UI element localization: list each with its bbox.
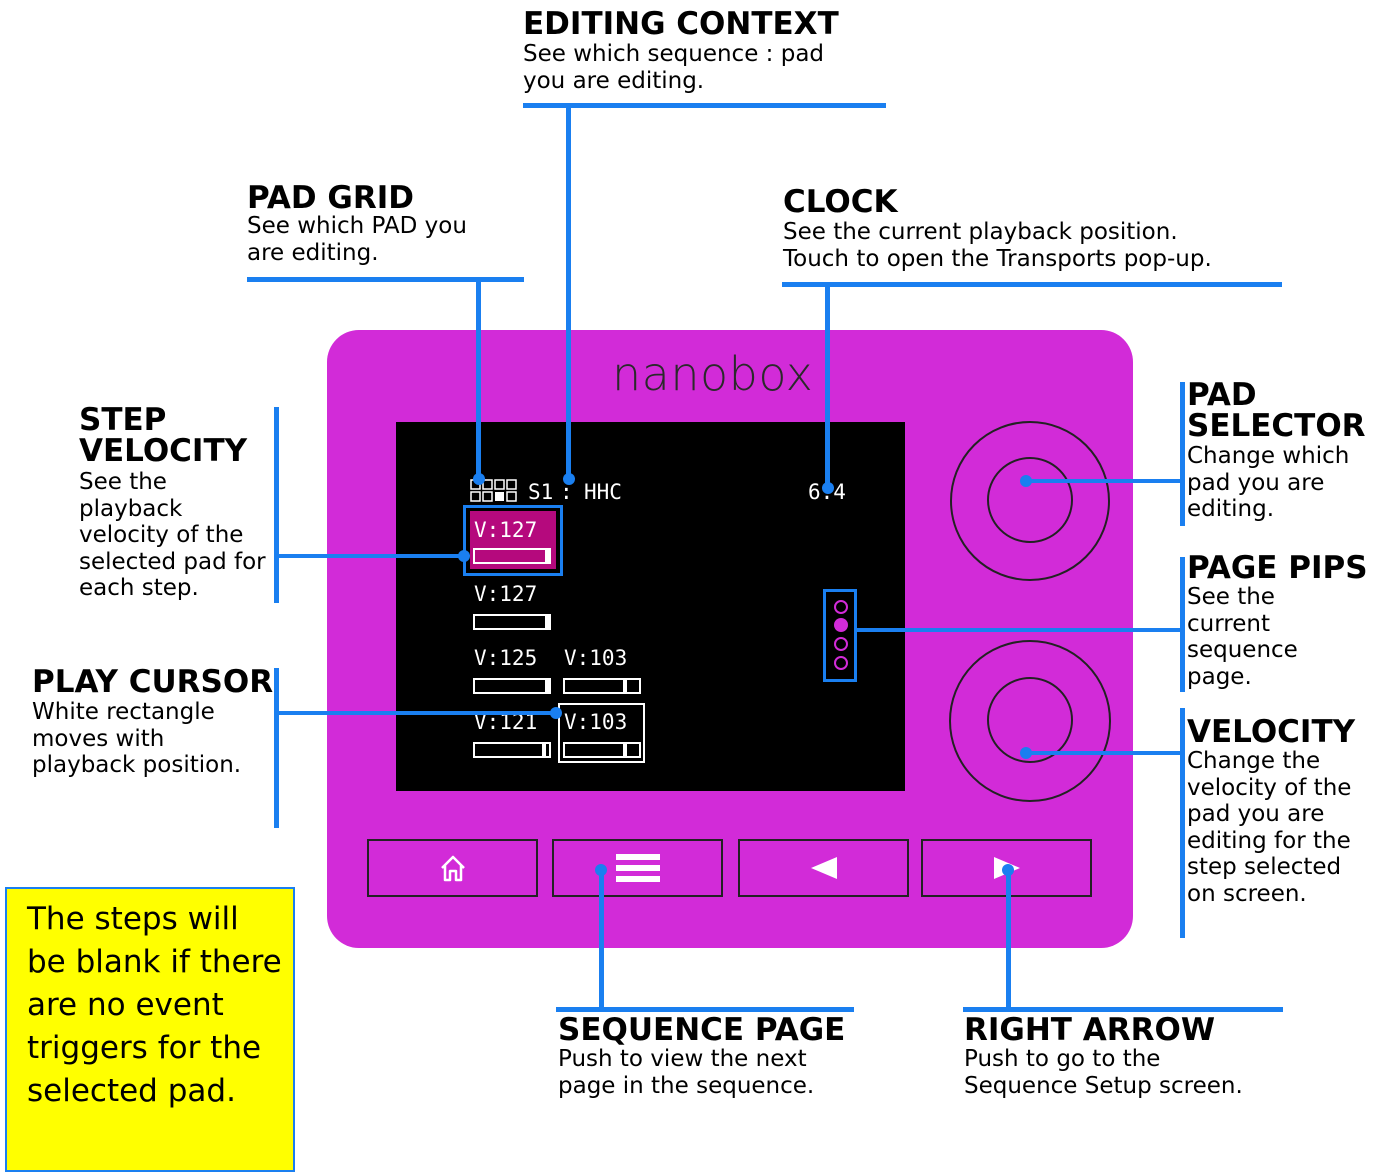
pad-selector-knob-inner [987,457,1073,543]
callout-line [1180,708,1185,938]
callout-line [857,628,1182,632]
callout-line [523,103,886,108]
hamburger-icon [615,854,660,882]
callout-dot [473,473,485,485]
right-arrow-title: RIGHT ARROW [964,1012,1216,1048]
velocity-title: VELOCITY [1187,714,1356,750]
home-icon [440,855,465,882]
callout-line [1180,557,1185,692]
callout-line [566,103,571,479]
callout-line [247,277,524,282]
callout-dot [1020,747,1032,759]
callout-dot [458,550,470,562]
callout-line [476,277,481,479]
callout-line [782,282,1282,287]
clock-desc: See the current playback position. Touch … [783,219,1212,272]
step-velocity-label: V:103 [564,646,628,670]
pad-name: HHC [584,480,622,504]
page-pips-title: PAGE PIPS [1187,550,1368,586]
play-cursor-title: PLAY CURSOR [32,664,274,700]
callout-line [274,711,556,715]
pad-selector-desc: Change which pad you are editing. [1187,443,1350,522]
sequence-page-title: SEQUENCE PAGE [558,1012,846,1048]
editing-context-desc: See which sequence : pad you are editing. [523,41,825,94]
step-velocity-bar [563,742,641,758]
callout-line [599,868,604,1009]
callout-line [274,554,464,558]
velocity-desc: Change the velocity of the pad you are e… [1187,748,1352,907]
brand-logo: nanobox [612,347,814,401]
step-velocity-label: V:125 [474,646,538,670]
play-cursor-desc: White rectangle moves with playback posi… [32,699,242,778]
editing-context-title: EDITING CONTEXT [523,6,839,42]
callout-dot [822,482,834,494]
right-arrow-desc: Push to go to the Sequence Setup screen. [964,1046,1243,1099]
callout-line [1027,479,1182,483]
pad-grid-title: PAD GRID [247,180,414,216]
home-button[interactable] [367,839,538,897]
step-velocity-title: STEP VELOCITY [79,402,248,469]
callout-dot [1020,475,1032,487]
sequence-label: S1 [528,480,554,504]
callout-line [1027,751,1182,755]
sequence-page-button[interactable] [552,839,723,897]
callout-line [1180,382,1185,526]
step-velocity-desc: See the playback velocity of the selecte… [79,469,266,601]
step-velocity-callout-box [463,505,563,576]
note-text: The steps will be blank if there are no … [27,901,282,1109]
step-velocity-label: V:127 [474,582,538,606]
sequence-page-desc: Push to view the next page in the sequenc… [558,1046,815,1099]
step-velocity-bar [473,614,551,630]
callout-line [1006,868,1011,1009]
callout-line [825,282,830,487]
step-velocity-label: V:103 [564,710,628,734]
callout-dot [563,473,575,485]
step-velocity-bar [473,742,551,758]
clock-title: CLOCK [783,184,898,220]
callout-dot [1002,864,1014,876]
callout-line [274,407,279,603]
step-velocity-bar [473,678,551,694]
page-pips-callout-box [823,589,857,682]
left-triangle-icon [810,857,837,879]
callout-line [274,668,279,828]
left-arrow-button[interactable] [738,839,909,897]
step-velocity-bar [563,678,641,694]
callout-dot [550,707,562,719]
pad-selector-title: PAD SELECTOR [1187,377,1366,444]
page-pips-desc: See the current sequence page. [1187,584,1298,690]
callout-dot [595,864,607,876]
pad-grid-desc: See which PAD you are editing. [247,213,467,266]
